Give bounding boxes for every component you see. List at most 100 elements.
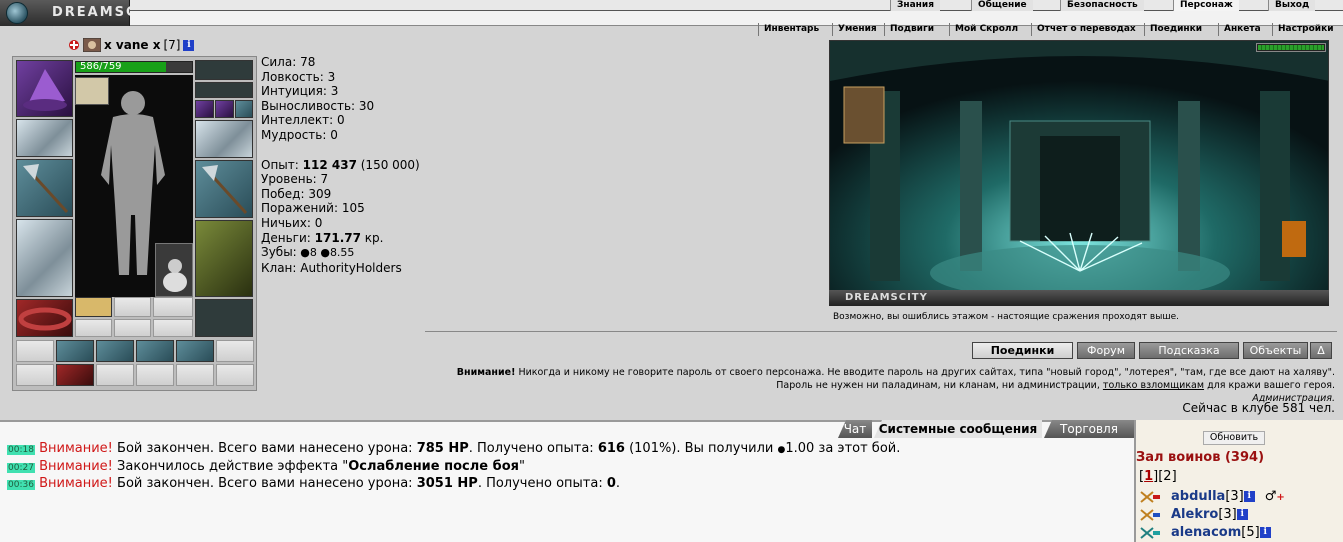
stat-clan[interactable]: AuthorityHolders [300, 261, 401, 275]
forum-button[interactable]: Форум [1077, 342, 1135, 359]
warrior-name[interactable]: alenacom [1171, 525, 1241, 540]
pet-slot[interactable] [155, 243, 193, 297]
menu-exit[interactable]: Выход [1268, 0, 1316, 11]
tooth-icon: ● [320, 246, 330, 260]
boots-slot[interactable] [195, 299, 253, 337]
tooth-icon: ● [300, 246, 310, 260]
clan-emblem-icon[interactable] [82, 37, 102, 53]
submenu-duels[interactable]: Поединки [1144, 23, 1207, 36]
belt-item-2[interactable] [56, 340, 94, 362]
submenu-skills[interactable]: Умения [832, 23, 882, 36]
hp-text: 586/759 [80, 61, 122, 72]
belt-item-1[interactable] [16, 340, 54, 362]
rune-slot-2[interactable] [114, 319, 151, 337]
align-icon [68, 39, 80, 51]
rune-slot-1[interactable] [75, 319, 112, 337]
warrior-info-icon[interactable]: i [1259, 527, 1271, 538]
weapon-right-slot[interactable] [195, 160, 253, 218]
submenu-transfer-report[interactable]: Отчет о переводах [1031, 23, 1141, 36]
belt-item-10[interactable] [136, 364, 174, 386]
amulet-slot[interactable] [75, 77, 109, 105]
logo[interactable]: DREAMSCITY [0, 0, 165, 26]
stat-label: Поражений: [261, 201, 339, 216]
message-warning: Внимание! [39, 458, 113, 474]
helmet-slot[interactable] [16, 60, 73, 117]
menu-communication[interactable]: Общение [971, 0, 1033, 11]
stat-label: Опыт: [261, 157, 299, 172]
menu-knowledge[interactable]: Знания [890, 0, 940, 11]
password-warning: Внимание! Никогда и никому не говорите п… [415, 366, 1335, 405]
belt-item-9[interactable] [96, 364, 134, 386]
top-menu-bar: Знания Общение Безопасность Персонаж Вых… [130, 0, 1343, 11]
tab-trade[interactable]: Торговля [1044, 420, 1134, 438]
objects-button[interactable]: Объекты [1243, 342, 1308, 359]
message-damage: 785 HP [416, 441, 469, 456]
stat-intellect: 0 [337, 113, 345, 128]
stat-label: Ничьих: [261, 215, 311, 230]
ring-slot-2[interactable] [153, 297, 193, 317]
warrior-info-icon[interactable]: i [1236, 509, 1248, 520]
page-current[interactable]: 1 [1144, 469, 1153, 484]
submenu-inventory[interactable]: Инвентарь [758, 23, 824, 36]
tab-system-messages[interactable]: Системные сообщения [874, 420, 1042, 438]
leggings-slot[interactable] [195, 220, 253, 297]
stat-money-unit: кр. [364, 230, 384, 245]
stat-teeth-b: 8.55 [329, 246, 355, 260]
belt-item-12[interactable] [216, 364, 254, 386]
belt-item-3[interactable] [96, 340, 134, 362]
warning-line1: Никогда и никому не говорите пароль от с… [518, 367, 1335, 378]
character-info-icon[interactable]: i [183, 39, 195, 51]
belt-item-6[interactable] [216, 340, 254, 362]
rune-slot-3[interactable] [153, 319, 193, 337]
menu-character[interactable]: Персонаж [1173, 0, 1239, 11]
ring-right-2[interactable] [215, 100, 234, 118]
character-figure [75, 75, 193, 297]
belt-item-5[interactable] [176, 340, 214, 362]
room-indicator-fill [1258, 45, 1324, 50]
page-link[interactable]: 2 [1163, 469, 1171, 484]
ring-slot-1[interactable] [114, 297, 151, 317]
belt-slot[interactable] [16, 299, 73, 337]
room-indicator-bar [1256, 43, 1326, 52]
hackers-link[interactable]: только взломщикам [1103, 380, 1204, 391]
message-text: Бой закончен. Всего вами нанесено урона: [117, 441, 413, 456]
character-level: [7] [163, 38, 181, 52]
duels-button[interactable]: Поединки [972, 342, 1073, 359]
hint-button[interactable]: Подсказка [1139, 342, 1239, 359]
belt-item-8[interactable] [56, 364, 94, 386]
weapon-left-slot[interactable] [16, 159, 73, 217]
warrior-row: alenacom [5] i [1139, 525, 1271, 540]
paperdoll: 586/759 [12, 56, 257, 391]
menu-security[interactable]: Безопасность [1060, 0, 1144, 11]
private-message-icon[interactable]: ♂+ [1265, 489, 1285, 504]
submenu-profile[interactable]: Анкета [1218, 23, 1266, 36]
message-row: 00:18 Внимание! Бой закончен. Всего вами… [7, 441, 1127, 459]
stat-draws: 0 [314, 215, 323, 230]
dungeon-hall-scene [830, 41, 1328, 305]
earrings-slot[interactable] [195, 60, 253, 80]
message-warning: Внимание! [39, 476, 113, 491]
belt-item-7[interactable] [16, 364, 54, 386]
belt-item-4[interactable] [136, 340, 174, 362]
location-hint: Возможно, вы ошиблись этажом - настоящие… [833, 312, 1179, 322]
hp-bar: 586/759 [75, 61, 193, 73]
ring-right-1[interactable] [195, 100, 214, 118]
warrior-name[interactable]: Alekro [1171, 507, 1218, 522]
armor-slot[interactable] [16, 219, 73, 297]
gloves-slot[interactable] [195, 120, 253, 158]
belt-item-11[interactable] [176, 364, 214, 386]
warning-title: Внимание! [456, 367, 516, 378]
necklace-slot[interactable] [195, 82, 253, 98]
submenu-feats[interactable]: Подвиги [884, 23, 939, 36]
warrior-name[interactable]: abdulla [1171, 489, 1225, 504]
scroll-slot[interactable] [75, 297, 112, 317]
warrior-info-icon[interactable]: i [1243, 491, 1255, 502]
ring-right-3[interactable] [235, 100, 253, 118]
submenu-my-scroll[interactable]: Мой Скролл [949, 23, 1023, 36]
refresh-button[interactable]: Обновить [1203, 431, 1265, 445]
top-navigation: DREAMSCITY Знания Общение Безопасность П… [0, 0, 1343, 36]
stat-label: Сила: [261, 55, 297, 69]
bracers-slot[interactable] [16, 119, 73, 157]
delta-button[interactable]: Δ [1310, 342, 1332, 359]
submenu-settings[interactable]: Настройки [1272, 23, 1339, 36]
